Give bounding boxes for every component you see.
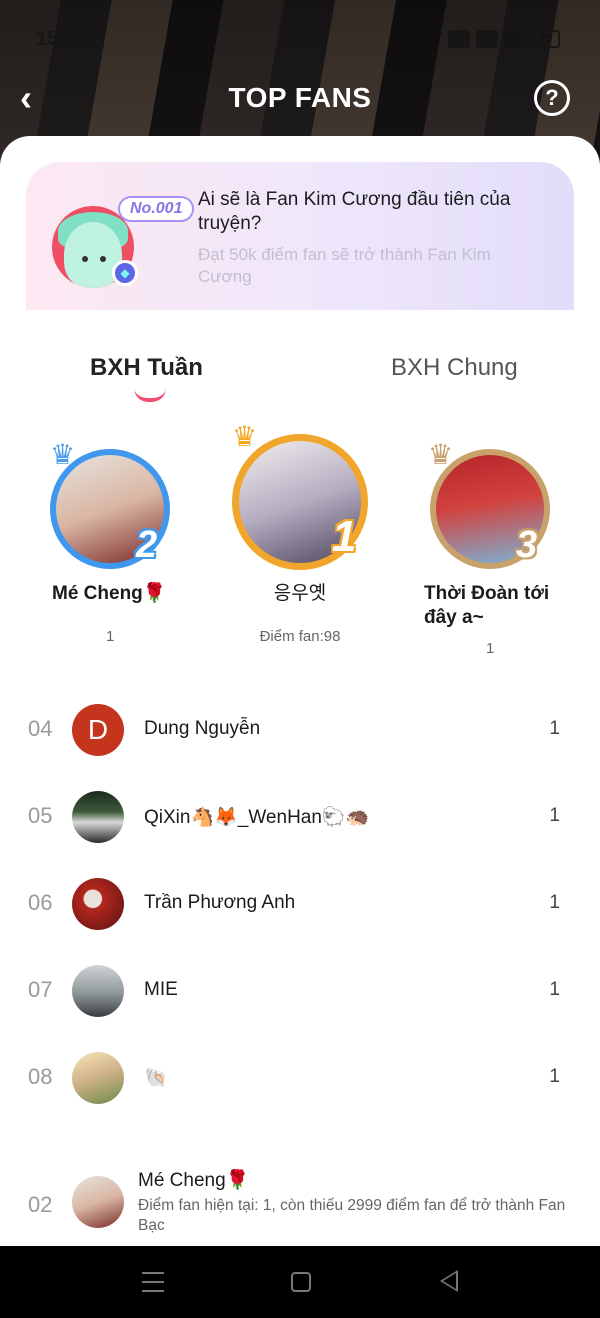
list-name: Dung Nguyễn <box>144 718 261 739</box>
top-nav: ‹ TOP FANS ? <box>0 78 600 122</box>
avatar <box>72 1052 124 1104</box>
avatar <box>72 965 124 1017</box>
banner-title: Ai sẽ là Fan Kim Cương đầu tiên của truy… <box>198 189 511 234</box>
status-icons: 77 <box>448 30 560 48</box>
avatar: D <box>72 704 124 756</box>
podium-name-1[interactable]: 응우옛 <box>240 582 360 606</box>
list-score: 1 <box>549 805 560 826</box>
list-score: 1 <box>549 718 560 739</box>
podium-rank-1: 1 <box>332 512 357 561</box>
tab-overall[interactable]: BXH Chung <box>391 354 518 382</box>
avatar <box>72 1176 124 1228</box>
list-rank: 08 <box>28 1064 53 1089</box>
crown-icon: ♛ <box>232 421 258 452</box>
list-name: 🐚 <box>144 1068 168 1089</box>
list-score: 1 <box>549 892 560 913</box>
avatar <box>72 878 124 930</box>
podium-score-2: 1 <box>106 628 115 645</box>
tab-weekly[interactable]: BXH Tuần <box>90 354 203 382</box>
home-icon[interactable] <box>291 1272 311 1292</box>
list-name: Trần Phương Anh <box>144 892 296 913</box>
diamond-icon: ◆ <box>112 260 138 286</box>
list-name: QiXin🐴🦊_WenHan🐑🦔 <box>144 807 370 828</box>
podium-name-3[interactable]: Thời Đoàn tới đây a~ <box>424 582 564 630</box>
back-triangle-icon[interactable] <box>440 1270 458 1292</box>
list-score: 1 <box>549 1066 560 1087</box>
list-item[interactable]: 04 D Dung Nguyễn 1 <box>0 700 600 760</box>
podium-name-2[interactable]: Mé Cheng🌹 <box>52 582 192 606</box>
system-navigation-bar <box>0 1246 600 1318</box>
list-item[interactable]: 07 MIE 1 <box>0 961 600 1021</box>
main-sheet: ◆ No.001 Ai sẽ là Fan Kim Cương đầu tiên… <box>0 136 600 1246</box>
menu-icon[interactable] <box>142 1272 164 1292</box>
wifi-icon <box>476 30 498 48</box>
avatar <box>72 791 124 843</box>
battery-icon: 77 <box>532 30 560 48</box>
question-circle-icon: ? <box>545 85 559 110</box>
my-rank-row[interactable]: 02 Mé Cheng🌹 Điểm fan hiện tại: 1, còn t… <box>0 1156 600 1246</box>
list-name: MIE <box>144 979 178 1000</box>
list-rank: 05 <box>28 803 53 828</box>
list-score: 1 <box>549 979 560 1000</box>
list-item[interactable]: 05 QiXin🐴🦊_WenHan🐑🦔 1 <box>0 787 600 847</box>
active-tab-indicator <box>134 388 166 402</box>
my-name: Mé Cheng🌹 <box>138 1170 250 1191</box>
diamond-fan-banner[interactable]: ◆ No.001 Ai sẽ là Fan Kim Cương đầu tiên… <box>26 162 574 310</box>
banner-subtitle: Đạt 50k điểm fan sẽ trở thành Fan Kim Cư… <box>198 245 491 286</box>
status-time: 15:58 <box>36 28 88 50</box>
rank-badge: No.001 <box>118 196 195 222</box>
signal-icon <box>504 30 526 48</box>
list-item[interactable]: 08 🐚 1 <box>0 1048 600 1108</box>
status-bar: 15:58 77 <box>0 24 600 56</box>
podium-rank-3: 3 <box>516 524 538 566</box>
list-rank: 07 <box>28 977 53 1002</box>
help-button[interactable]: ? <box>534 80 570 116</box>
podium-score-3: 1 <box>486 640 495 657</box>
list-rank: 04 <box>28 716 53 741</box>
podium-score-1: Điểm fan:98 <box>259 628 341 645</box>
page-title: TOP FANS <box>228 82 372 113</box>
list-item[interactable]: 06 Trần Phương Anh 1 <box>0 874 600 934</box>
alarm-icon <box>448 30 470 48</box>
list-rank: 06 <box>28 890 53 915</box>
my-rank: 02 <box>28 1192 53 1217</box>
my-rank-description: Điểm fan hiện tại: 1, còn thiếu 2999 điể… <box>138 1197 566 1234</box>
podium-rank-2: 2 <box>136 524 158 566</box>
